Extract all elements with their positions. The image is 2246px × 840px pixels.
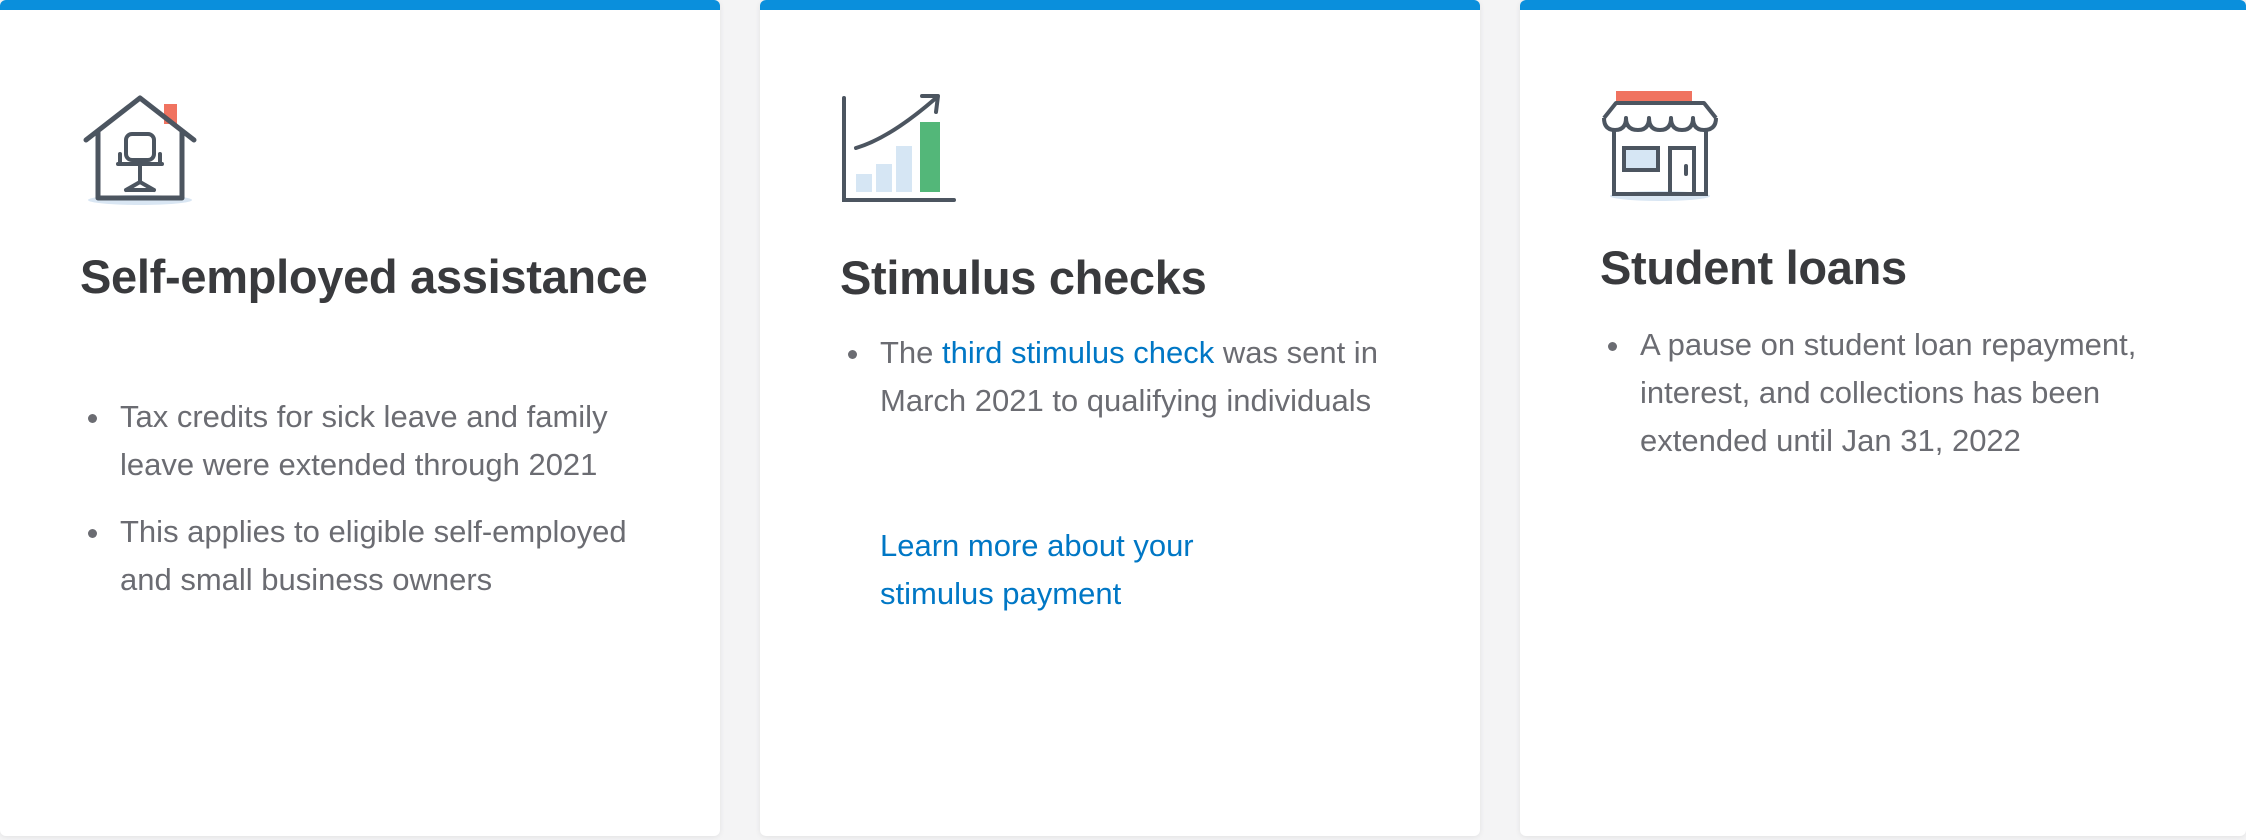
card-title: Stimulus checks (840, 251, 1207, 304)
card-self-employed: Self-employed assistance Tax credits for… (0, 0, 720, 836)
storefront-icon (1602, 91, 1718, 201)
card-student-loans: Student loans A pause on student loan re… (1520, 0, 2246, 836)
third-stimulus-check-link[interactable]: third stimulus check (942, 335, 1214, 370)
card-bullet-list: The third stimulus check was sent in Mar… (840, 329, 1400, 444)
home-office-chair-icon (83, 95, 197, 205)
list-item: A pause on student loan repayment, inter… (1600, 321, 2200, 465)
list-item: This applies to eligible self-employed a… (80, 508, 640, 604)
growth-bar-chart-icon (842, 94, 956, 202)
card-title: Self-employed assistance (80, 250, 648, 303)
card-bullet-list: A pause on student loan repayment, inter… (1600, 321, 2200, 484)
bullet-prefix: The (880, 335, 943, 370)
card-bullet-list: Tax credits for sick leave and family le… (80, 393, 640, 623)
card-title: Student loans (1600, 241, 1907, 294)
learn-more-stimulus-link[interactable]: Learn more about your stimulus payment (880, 522, 1300, 618)
list-item: The third stimulus check was sent in Mar… (840, 329, 1400, 425)
list-item: Tax credits for sick leave and family le… (80, 393, 640, 489)
feature-cards: Self-employed assistance Tax credits for… (0, 0, 2246, 840)
card-stimulus-checks: Stimulus checks The third stimulus check… (760, 0, 1480, 836)
